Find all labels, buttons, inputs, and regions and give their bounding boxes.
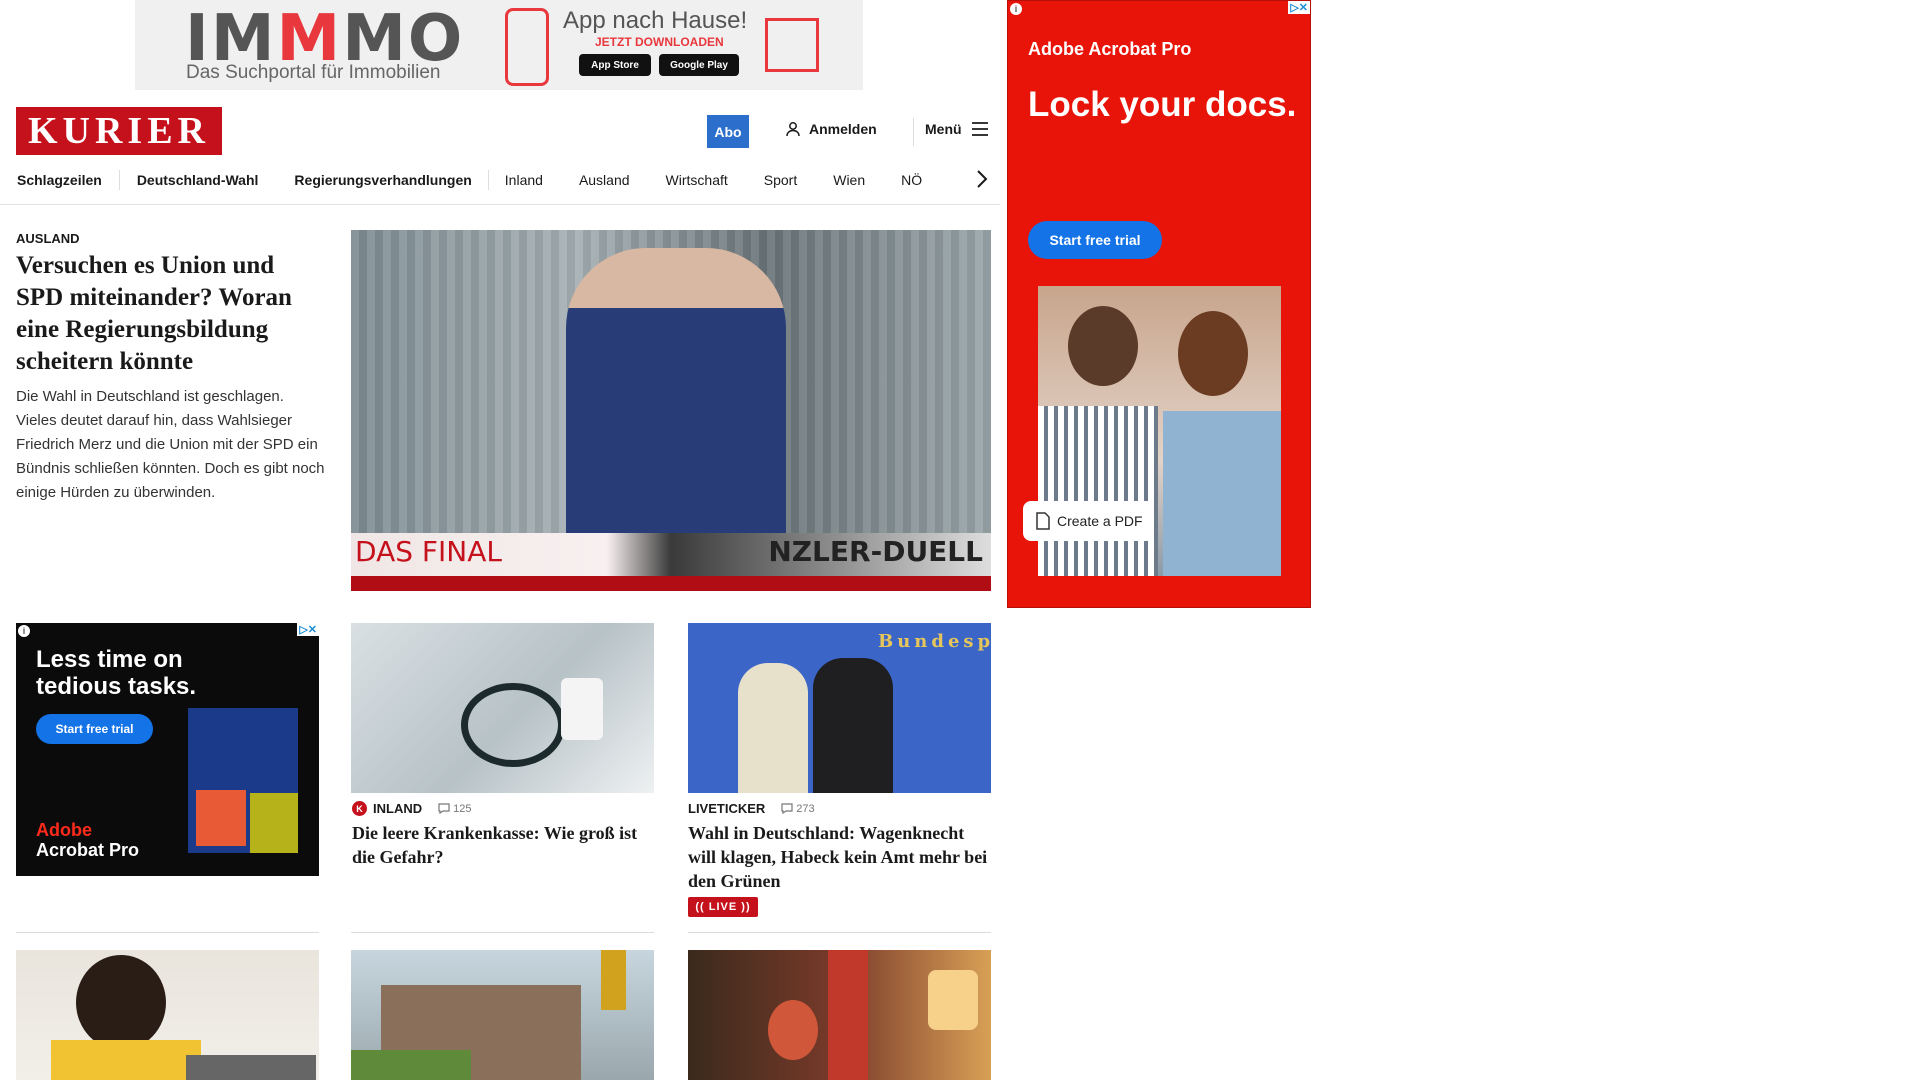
card-image-woman-reading[interactable] — [688, 950, 991, 1080]
comment-icon — [438, 803, 450, 814]
card-2-headline[interactable]: Wahl in Deutschland: Wagenknecht will kl… — [688, 821, 991, 893]
nav-item-wirtschaft[interactable]: Wirtschaft — [666, 172, 728, 188]
nav-item-sport[interactable]: Sport — [764, 172, 797, 188]
lead-image-caption-right: NZLER-DUELL — [768, 535, 983, 568]
card-1-comment-count: 125 — [453, 802, 472, 815]
nav-item-noe[interactable]: NÖ — [901, 172, 922, 188]
row-divider — [351, 932, 654, 933]
card-2-comments[interactable]: 273 — [781, 802, 815, 815]
right-ad-brand: Adobe Acrobat Pro — [1028, 39, 1192, 59]
right-ad-headline: Lock your docs. — [1028, 85, 1297, 124]
create-pdf-label: Create a PDF — [1057, 513, 1143, 529]
card-2-kicker[interactable]: LIVETICKER — [688, 801, 765, 816]
kurier-k-icon: K — [352, 801, 367, 816]
phone-icon — [505, 8, 549, 86]
lead-image-caption-left: DAS FINAL — [355, 535, 502, 568]
card-2-comment-count: 273 — [796, 802, 815, 815]
nav-divider — [118, 170, 120, 190]
row-divider — [688, 932, 991, 933]
adobe-inline-ad[interactable]: i ▷✕ Less time on tedious tasks. Start f… — [16, 623, 319, 876]
banner-ad-app-title: App nach Hause! — [563, 7, 748, 34]
left-ad-brand-product: Acrobat Pro — [36, 840, 140, 860]
ad-close-icon[interactable]: ▷✕ — [1288, 1, 1310, 14]
banner-ad-download-label: JETZT DOWNLOADEN — [595, 35, 724, 49]
card-image-demolished-house[interactable] — [351, 950, 654, 1080]
nav-underline — [0, 204, 1000, 205]
abo-button[interactable]: Abo — [707, 115, 749, 148]
kurier-logo[interactable]: KURIER — [16, 107, 222, 155]
app-store-badge[interactable]: App Store — [579, 54, 651, 76]
header-divider — [913, 118, 914, 146]
comment-icon — [781, 803, 793, 814]
banner-ad-tagline: Das Suchportal für Immobilien — [186, 62, 441, 83]
document-preview — [188, 708, 298, 853]
google-play-badge[interactable]: Google Play — [659, 54, 739, 76]
chevron-right-icon[interactable] — [975, 168, 989, 190]
card-1-meta: K INLAND 125 — [352, 801, 471, 816]
login-label: Anmelden — [809, 121, 877, 137]
left-ad-headline: Less time on tedious tasks. — [36, 646, 197, 700]
nav-item-inland[interactable]: Inland — [505, 172, 543, 188]
banner-ad[interactable]: IMMMO Das Suchportal für Immobilien App … — [135, 0, 863, 90]
card-image-politicians[interactable]: Bundesp — [688, 623, 991, 793]
menu-button[interactable]: Menü — [925, 121, 988, 137]
hamburger-icon — [971, 122, 988, 136]
nav-item-regierungsverhandlungen[interactable]: Regierungsverhandlungen — [294, 172, 471, 188]
card-image-stressed-woman[interactable] — [16, 950, 319, 1080]
left-ad-brand-adobe: Adobe — [36, 820, 92, 840]
menu-label: Menü — [925, 121, 962, 137]
house-icon — [765, 18, 819, 72]
login-button[interactable]: Anmelden — [785, 121, 877, 137]
user-icon — [786, 122, 800, 137]
adobe-sidebar-ad[interactable]: i ▷✕ Adobe Acrobat Pro Lock your docs. S… — [1007, 0, 1311, 608]
card-1-kicker[interactable]: INLAND — [373, 801, 422, 816]
file-icon — [1036, 512, 1050, 530]
ad-info-icon[interactable]: i — [18, 625, 30, 637]
lead-headline[interactable]: Versuchen es Union und SPD miteinander? … — [16, 250, 326, 378]
lead-image[interactable]: DAS FINAL NZLER-DUELL — [351, 230, 991, 591]
lead-teaser[interactable]: Die Wahl in Deutschland ist geschlagen. … — [16, 385, 326, 505]
right-ad-cta-button[interactable]: Start free trial — [1028, 221, 1162, 259]
left-ad-cta-button[interactable]: Start free trial — [36, 714, 153, 744]
card-image-stethoscope[interactable] — [351, 623, 654, 793]
lead-kicker[interactable]: AUSLAND — [16, 231, 80, 246]
card-1-headline[interactable]: Die leere Krankenkasse: Wie groß ist die… — [352, 821, 655, 869]
ad-close-icon[interactable]: ▷✕ — [297, 623, 319, 636]
card-2-meta: LIVETICKER 273 — [688, 801, 815, 816]
row-divider — [16, 932, 319, 933]
card-1-comments[interactable]: 125 — [438, 803, 471, 815]
ad-info-icon[interactable]: i — [1010, 3, 1022, 15]
nav-item-wien[interactable]: Wien — [833, 172, 865, 188]
nav-item-ausland[interactable]: Ausland — [579, 172, 630, 188]
nav-divider — [487, 170, 489, 190]
nav-item-deutschland-wahl[interactable]: Deutschland-Wahl — [137, 172, 259, 188]
card-image-text: Bundesp — [878, 631, 991, 652]
live-badge: (( LIVE )) — [688, 897, 758, 917]
nav-item-schlagzeilen[interactable]: Schlagzeilen — [17, 172, 102, 188]
create-pdf-button[interactable]: Create a PDF — [1023, 501, 1154, 541]
section-nav: Schlagzeilen Deutschland-Wahl Regierungs… — [17, 170, 922, 190]
